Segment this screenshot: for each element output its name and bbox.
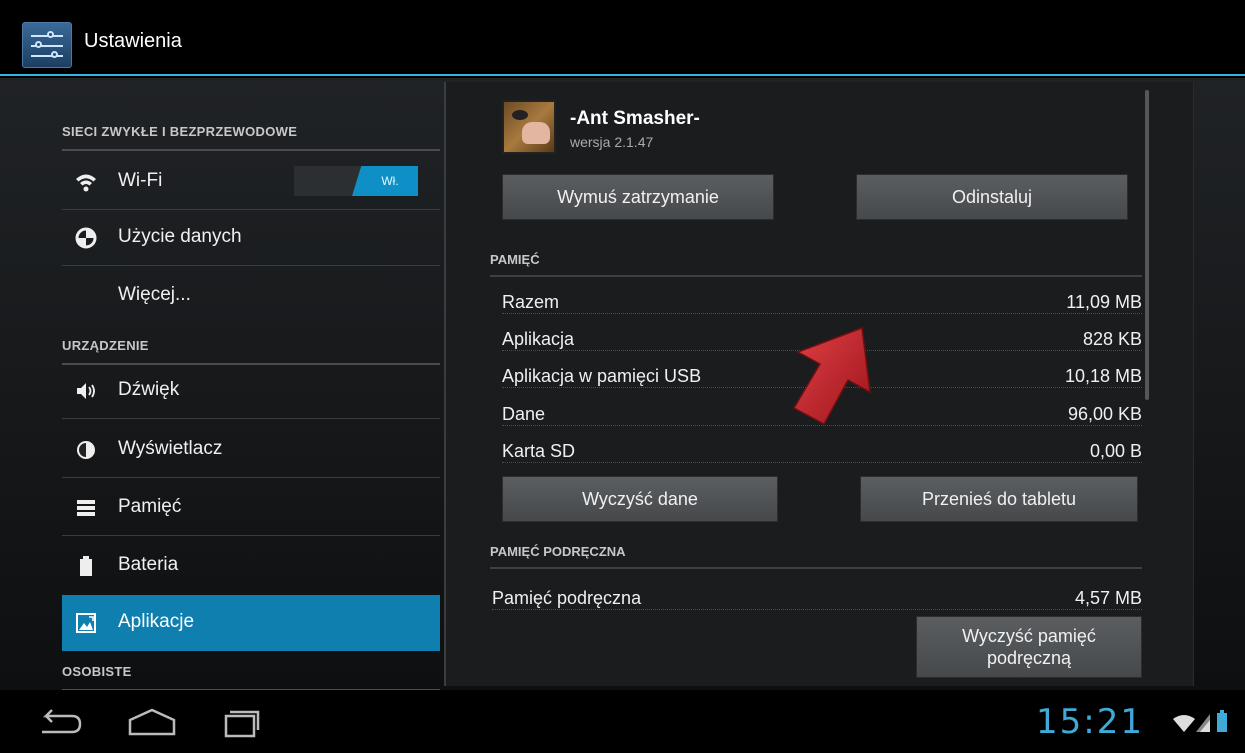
storage-row: Karta SD 0,00 B (502, 441, 1142, 467)
cache-row-value: 4,57 MB (1070, 588, 1142, 609)
clear-cache-button[interactable]: Wyczyść pamięć podręczną (916, 616, 1142, 678)
recent-apps-icon[interactable] (210, 704, 270, 740)
home-icon[interactable] (122, 704, 182, 740)
storage-row-label: Dane (502, 404, 550, 425)
back-icon[interactable] (28, 704, 88, 740)
cache-row-label: Pamięć podręczna (492, 588, 646, 609)
sound-icon (77, 383, 95, 399)
settings-sliders-icon[interactable] (22, 22, 72, 68)
sidebar-item-wifi[interactable]: Wi-Fi Wł. (62, 154, 440, 210)
battery-status-icon (1217, 710, 1227, 732)
storage-row-label: Aplikacja w pamięci USB (502, 366, 706, 387)
section-header-storage: PAMIĘĆ (490, 252, 1142, 277)
storage-icon (77, 500, 95, 516)
data-usage-icon (75, 227, 97, 249)
force-stop-button[interactable]: Wymuś zatrzymanie (502, 174, 774, 220)
sidebar-item-display[interactable]: Wyświetlacz (62, 422, 440, 478)
move-to-tablet-button[interactable]: Przenieś do tabletu (860, 476, 1138, 522)
storage-row-value: 11,09 MB (1062, 292, 1142, 313)
uninstall-button[interactable]: Odinstaluj (856, 174, 1128, 220)
wifi-toggle[interactable]: Wł. (294, 166, 418, 196)
main-area: SIECI ZWYKŁE I BEZPRZEWODOWE Wi-Fi Wł. U… (0, 78, 1245, 691)
scrollbar[interactable] (1145, 90, 1149, 400)
sidebar-item-label: Użycie danych (118, 226, 242, 247)
section-header-device: URZĄDZENIE (62, 338, 440, 365)
cache-row: Pamięć podręczna 4,57 MB (492, 588, 1142, 614)
page-title: Ustawienia (84, 30, 182, 52)
sidebar-item-storage[interactable]: Pamięć (62, 480, 440, 536)
signal-icon (1196, 714, 1210, 732)
storage-row: Razem 11,09 MB (502, 292, 1142, 318)
section-header-networks: SIECI ZWYKŁE I BEZPRZEWODOWE (62, 124, 440, 151)
clear-data-button[interactable]: Wyczyść dane (502, 476, 778, 522)
sidebar-item-apps[interactable]: Aplikacje (62, 595, 440, 651)
app-name: -Ant Smasher- (570, 108, 700, 129)
toggle-on-label: Wł. (352, 166, 418, 196)
section-header-personal: OSOBISTE (62, 664, 440, 691)
navigation-bar: 15:21 (0, 690, 1245, 753)
storage-row-label: Razem (502, 292, 564, 313)
status-clock: 15:21 (1036, 702, 1144, 742)
storage-row-label: Karta SD (502, 441, 580, 462)
sidebar-item-more[interactable]: Więcej... (62, 268, 440, 324)
action-bar: Ustawienia (0, 0, 1245, 76)
red-arrow-annotation (792, 326, 871, 426)
wifi-icon (76, 174, 96, 192)
app-version: wersja 2.1.47 (570, 134, 654, 150)
storage-row-value: 96,00 KB (1063, 404, 1142, 425)
sidebar-item-label: Wyświetlacz (118, 438, 223, 459)
sidebar-item-label: Bateria (118, 554, 179, 575)
storage-row-label: Aplikacja (502, 329, 579, 350)
storage-row-value: 10,18 MB (1060, 366, 1142, 387)
clear-cache-label-line2: podręczną (986, 648, 1072, 668)
wifi-status-icon (1173, 715, 1195, 732)
battery-icon (80, 556, 92, 576)
sidebar-item-data-usage[interactable]: Użycie danych (62, 210, 440, 266)
sidebar-item-label: Aplikacje (118, 611, 195, 632)
app-icon (502, 100, 556, 154)
section-header-cache: PAMIĘĆ PODRĘCZNA (490, 544, 1142, 569)
storage-row-value: 828 KB (1078, 329, 1142, 350)
storage-row-value: 0,00 B (1085, 441, 1142, 462)
sidebar-item-sound[interactable]: Dźwięk (62, 363, 440, 419)
sidebar-item-label: Wi-Fi (118, 170, 163, 191)
clear-cache-label-line1: Wyczyść pamięć (962, 626, 1096, 646)
apps-icon (76, 613, 96, 633)
sidebar-item-label: Dźwięk (118, 379, 180, 400)
sidebar-item-battery[interactable]: Bateria (62, 538, 440, 594)
sidebar-item-label: Pamięć (118, 496, 182, 517)
display-icon (77, 441, 95, 459)
sidebar-item-label: Więcej... (118, 284, 191, 305)
